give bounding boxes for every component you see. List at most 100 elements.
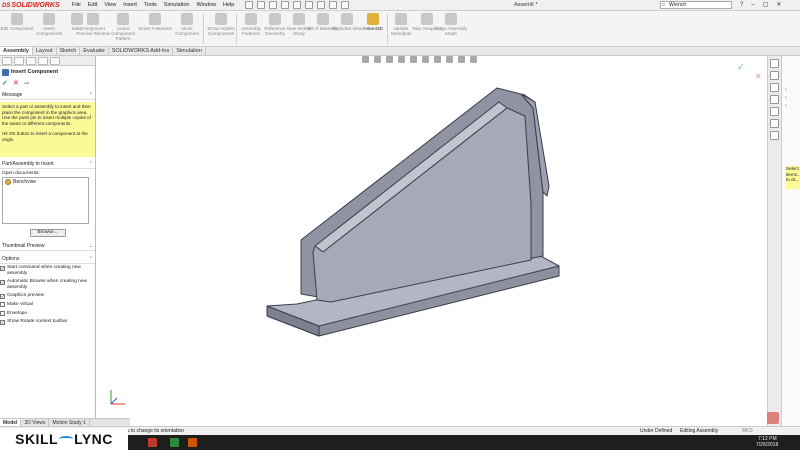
message-section-header[interactable]: Message ⌃ — [0, 91, 95, 100]
speedpak-icon — [395, 13, 407, 25]
menu-view[interactable]: View — [104, 2, 116, 8]
option-start-command[interactable]: ✓ Start command when creating new assembl… — [0, 264, 95, 278]
large-assembly-mode-button[interactable]: Large Assembly Mode — [434, 12, 468, 46]
options-gear-icon[interactable] — [341, 1, 349, 9]
rebuild-icon[interactable] — [329, 1, 337, 9]
restore-icon[interactable]: ▢ — [763, 0, 769, 10]
skill-lync-swirl-icon — [59, 436, 74, 442]
help-icon[interactable]: ? — [740, 0, 743, 10]
chevron-right-icon[interactable]: › — [785, 94, 787, 102]
checkbox[interactable]: ✓ — [0, 279, 5, 285]
tab-model[interactable]: Model — [0, 419, 22, 426]
chevron-right-icon[interactable]: › — [785, 86, 787, 94]
show-hidden-button[interactable]: Show Hidden Components — [204, 12, 238, 46]
print-icon[interactable] — [293, 1, 301, 9]
thumbnail-section-header[interactable]: Thumbnail Preview ⌄ — [0, 242, 95, 251]
checkbox[interactable] — [0, 311, 5, 317]
select-icon[interactable] — [317, 1, 325, 9]
forum-icon[interactable] — [770, 131, 779, 140]
menu-edit[interactable]: Edit — [88, 2, 97, 8]
option-graphics-preview[interactable]: ✓ Graphics preview — [0, 292, 95, 301]
push-pin-icon[interactable]: ⊸ — [24, 80, 29, 87]
linear-pattern-button[interactable]: Linear Component Pattern — [106, 12, 140, 46]
option-rotate-toolbar[interactable]: ✓ Show Rotate context toolbar — [0, 318, 95, 327]
graphics-area[interactable]: ✓ — [97, 56, 767, 418]
taskbar-app-icon[interactable] — [148, 438, 157, 447]
unit-system[interactable]: MKS — [742, 427, 753, 435]
solidworks-resources-icon[interactable] — [770, 59, 779, 68]
tab-sketch[interactable]: Sketch — [57, 47, 81, 55]
close-confirmation-icon[interactable]: ✕ — [755, 72, 762, 81]
menu-simulation[interactable]: Simulation — [164, 2, 190, 8]
design-library-icon[interactable] — [770, 71, 779, 80]
edit-component-button[interactable]: Edit Component — [0, 12, 34, 46]
tab-evaluate[interactable]: Evaluate — [80, 47, 109, 55]
configuration-manager-icon[interactable] — [26, 57, 36, 65]
minimize-icon[interactable]: – — [751, 0, 754, 10]
checkbox[interactable]: ✓ — [0, 319, 5, 325]
option-make-virtual[interactable]: Make virtual — [0, 301, 95, 310]
tab-addins[interactable]: SOLIDWORKS Add-Ins — [109, 47, 174, 55]
search-icon: ⌕ — [662, 2, 666, 8]
tab-motion-study[interactable]: Motion Study 1 — [49, 419, 90, 426]
file-explorer-icon[interactable] — [770, 83, 779, 92]
tab-assembly[interactable]: Assembly — [0, 47, 33, 55]
motion-study-icon — [293, 13, 305, 25]
save-icon[interactable] — [281, 1, 289, 9]
status-definition: Under Defined — [640, 428, 673, 434]
chevron-right-icon[interactable]: › — [785, 102, 787, 110]
browse-button[interactable]: Browse... — [29, 229, 66, 237]
taskbar-app-icon[interactable] — [170, 438, 179, 447]
options-section-header[interactable]: Options ⌃ — [0, 255, 95, 264]
solidworks-logo[interactable]: DS SOLIDWORKS — [2, 1, 60, 10]
tab-3d-views[interactable]: 3D Views — [21, 419, 50, 426]
checkbox[interactable]: ✓ — [0, 293, 5, 299]
property-manager-icon[interactable] — [14, 57, 24, 65]
smart-fasteners-button[interactable]: Smart Fasteners — [138, 12, 172, 46]
menu-file[interactable]: File — [72, 2, 81, 8]
menu-help[interactable]: Help — [223, 2, 234, 8]
taskbar-app-icon[interactable] — [188, 438, 197, 447]
close-icon[interactable]: ✕ — [776, 0, 781, 10]
fastener-icon — [149, 13, 161, 25]
menu-window[interactable]: Window — [196, 2, 216, 8]
checkbox[interactable]: ✓ — [0, 265, 5, 271]
tab-layout[interactable]: Layout — [33, 47, 57, 55]
option-envelope[interactable]: Envelope — [0, 310, 95, 319]
benchvise-model[interactable] — [97, 56, 767, 418]
menu-tools[interactable]: Tools — [144, 2, 157, 8]
task-pane: › › › Select items... to dr... — [781, 56, 800, 426]
move-component-button[interactable]: Move Component — [170, 12, 204, 46]
list-item[interactable]: Benchvise — [5, 179, 86, 185]
cancel-x-icon[interactable]: ✕ — [13, 79, 19, 87]
move-icon — [181, 13, 193, 25]
tab-simulation[interactable]: Simulation — [173, 47, 206, 55]
ds-logo-icon: DS — [2, 2, 11, 9]
open-icon[interactable] — [269, 1, 277, 9]
custom-properties-icon[interactable] — [770, 119, 779, 128]
insert-component-icon — [2, 68, 9, 76]
appearances-icon[interactable] — [770, 107, 779, 116]
display-manager-icon[interactable] — [50, 57, 60, 65]
ok-check-icon[interactable]: ✓ — [2, 79, 8, 87]
view-palette-icon[interactable] — [770, 95, 779, 104]
option-automatic-browse[interactable]: ✓ Automatic Browse when creating new asse… — [0, 278, 95, 292]
bottom-tabs: Model 3D Views Motion Study 1 — [0, 418, 130, 426]
collapse-caret-icon: ⌃ — [88, 92, 93, 98]
menu-insert[interactable]: Insert — [123, 2, 137, 8]
search-input[interactable]: ⌕ Wrench — [660, 1, 732, 9]
undo-icon[interactable] — [305, 1, 313, 9]
message-hint: Hit OK button to insert a component at t… — [2, 131, 88, 142]
dimxpert-icon[interactable] — [38, 57, 48, 65]
home-icon[interactable] — [245, 1, 253, 9]
task-pane-tabs — [767, 56, 781, 426]
feature-manager-icon[interactable] — [2, 57, 12, 65]
component-preview-button[interactable]: Component Preview Window — [76, 12, 110, 46]
new-document-icon[interactable] — [257, 1, 265, 9]
clock-date[interactable]: 7/26/2018 — [756, 442, 778, 448]
status-mode: Editing Assembly — [680, 428, 719, 434]
checkbox[interactable] — [0, 302, 5, 308]
open-documents-list[interactable]: Benchvise — [2, 177, 89, 224]
large-assembly-icon — [445, 13, 457, 25]
part-section-header[interactable]: Part/Assembly to Insert ⌃ — [0, 160, 95, 169]
